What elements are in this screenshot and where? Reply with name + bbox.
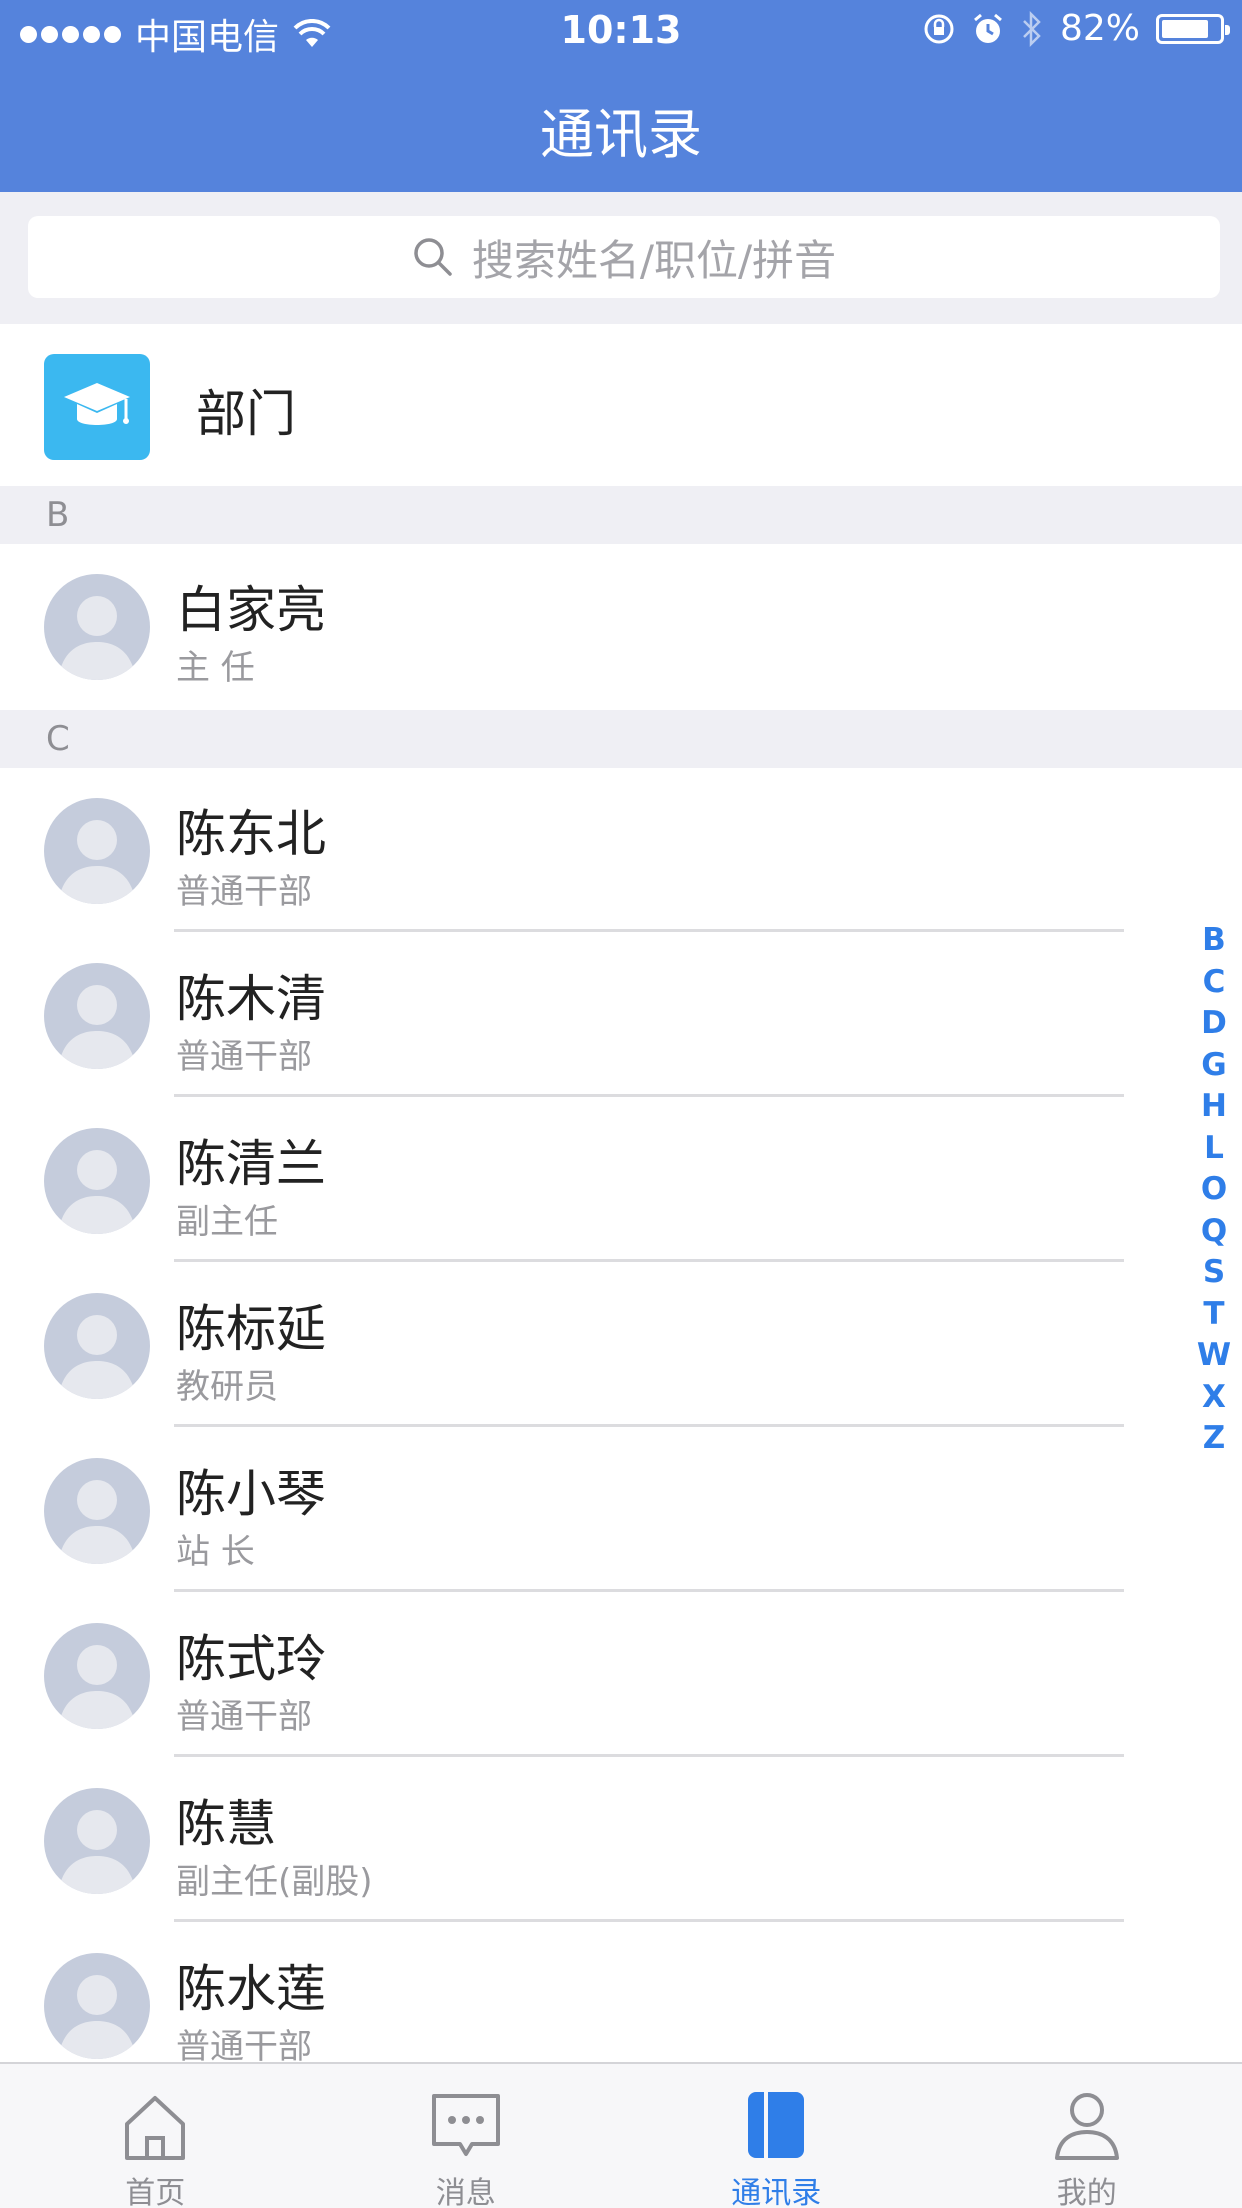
contact-name: 陈标延 (176, 1300, 326, 1358)
contact-name: 陈清兰 (176, 1135, 326, 1193)
tab-home[interactable]: 首页 (0, 2064, 311, 2208)
contact-title: 普通干部 (176, 1037, 312, 1077)
department-label: 部门 (196, 385, 296, 443)
avatar (44, 1128, 150, 1234)
contact-name: 陈东北 (176, 805, 326, 863)
page-title: 通讯录 (540, 103, 702, 166)
contact-name: 陈小琴 (176, 1465, 326, 1523)
avatar (44, 1458, 150, 1564)
row-divider (174, 1754, 1124, 1757)
index-letter-q[interactable]: Q (1201, 1211, 1227, 1253)
index-letter-g[interactable]: G (1201, 1045, 1226, 1087)
contact-row[interactable]: 陈慧 副主任(副股) (0, 1758, 1242, 1922)
search-placeholder: 搜索姓名/职位/拼音 (471, 235, 837, 285)
contact-title: 普通干部 (176, 872, 312, 912)
avatar (44, 798, 150, 904)
row-divider (174, 1589, 1124, 1592)
header: 中国电信 10:13 82% 通讯录 (0, 0, 1242, 192)
avatar (44, 963, 150, 1069)
index-letter-c[interactable]: C (1203, 962, 1226, 1004)
index-letter-o[interactable]: O (1201, 1169, 1227, 1211)
orientation-lock-icon (924, 14, 954, 43)
tab-messages[interactable]: 消息 (311, 2064, 622, 2208)
section-header-c: C (0, 710, 1242, 768)
avatar (44, 1788, 150, 1894)
contact-title: 主 任 (176, 648, 255, 688)
avatar (44, 1953, 150, 2059)
index-letter-w[interactable]: W (1197, 1335, 1231, 1377)
contact-name: 陈水莲 (176, 1960, 326, 2018)
contact-name: 陈慧 (176, 1795, 276, 1853)
tab-bar: 首页 消息 通讯录 我的 (0, 2062, 1242, 2208)
row-divider (174, 1094, 1124, 1097)
tab-label: 首页 (125, 2176, 186, 2208)
index-letter-h[interactable]: H (1201, 1086, 1227, 1128)
index-letter-t[interactable]: T (1203, 1294, 1224, 1336)
row-divider (174, 929, 1124, 932)
department-row[interactable]: 部门 (0, 324, 1242, 486)
index-letter-x[interactable]: X (1202, 1377, 1226, 1419)
index-letter-l[interactable]: L (1204, 1128, 1224, 1170)
search-area: 搜索姓名/职位/拼音 (0, 192, 1242, 324)
tab-profile[interactable]: 我的 (932, 2064, 1242, 2208)
index-letter-z[interactable]: Z (1203, 1418, 1225, 1460)
contact-title: 普通干部 (176, 2027, 312, 2067)
contact-row[interactable]: 陈式玲 普通干部 (0, 1593, 1242, 1757)
battery-percent: 82% (1059, 8, 1140, 49)
search-input[interactable]: 搜索姓名/职位/拼音 (28, 216, 1220, 298)
search-icon (414, 238, 452, 276)
contact-row[interactable]: 陈木清 普通干部 (0, 933, 1242, 1097)
index-letter-s[interactable]: S (1203, 1252, 1225, 1294)
contact-name: 白家亮 (176, 581, 326, 639)
contact-row[interactable]: 陈小琴 站 长 (0, 1428, 1242, 1592)
avatar (44, 1293, 150, 1399)
contact-row[interactable]: 陈东北 普通干部 (0, 768, 1242, 932)
index-letter-d[interactable]: D (1201, 1003, 1227, 1045)
avatar (44, 1623, 150, 1729)
contact-row[interactable]: 陈清兰 副主任 (0, 1098, 1242, 1262)
alarm-icon (974, 13, 1002, 43)
index-letter-b[interactable]: B (1202, 920, 1226, 962)
contacts-book-icon (748, 2092, 805, 2158)
contact-title: 教研员 (176, 1367, 278, 1407)
contact-row[interactable]: 陈标延 教研员 (0, 1263, 1242, 1427)
contact-title: 普通干部 (176, 1697, 312, 1737)
contact-name: 陈式玲 (176, 1630, 326, 1688)
contact-title: 站 长 (176, 1532, 255, 1572)
contact-name: 陈木清 (176, 970, 326, 1028)
contact-row[interactable]: 白家亮 主 任 (0, 544, 1242, 708)
row-divider (174, 1424, 1124, 1427)
tab-label: 通讯录 (731, 2176, 822, 2208)
tab-label: 消息 (435, 2176, 496, 2208)
tab-contacts[interactable]: 通讯录 (621, 2064, 932, 2208)
message-icon (431, 2094, 500, 2156)
user-icon (1054, 2093, 1119, 2160)
graduation-cap-icon (44, 354, 150, 460)
row-divider (174, 1919, 1124, 1922)
battery-icon (1156, 13, 1230, 44)
bluetooth-icon (1023, 10, 1041, 47)
contact-title: 副主任 (176, 1202, 278, 1242)
contact-title: 副主任(副股) (176, 1862, 373, 1902)
tab-label: 我的 (1056, 2176, 1117, 2208)
status-right: 82% (906, 8, 1230, 49)
status-bar: 中国电信 10:13 82% (0, 0, 1242, 62)
section-header-b: B (0, 486, 1242, 544)
avatar (44, 574, 150, 680)
contacts-screen: 中国电信 10:13 82% 通讯录 搜索姓名/职位/拼音 部门 B 白家亮 主… (0, 0, 1242, 2208)
row-divider (174, 1259, 1124, 1262)
alphabet-index[interactable]: B C D G H L O Q S T W X Z (1194, 920, 1234, 1460)
home-icon (125, 2096, 186, 2160)
